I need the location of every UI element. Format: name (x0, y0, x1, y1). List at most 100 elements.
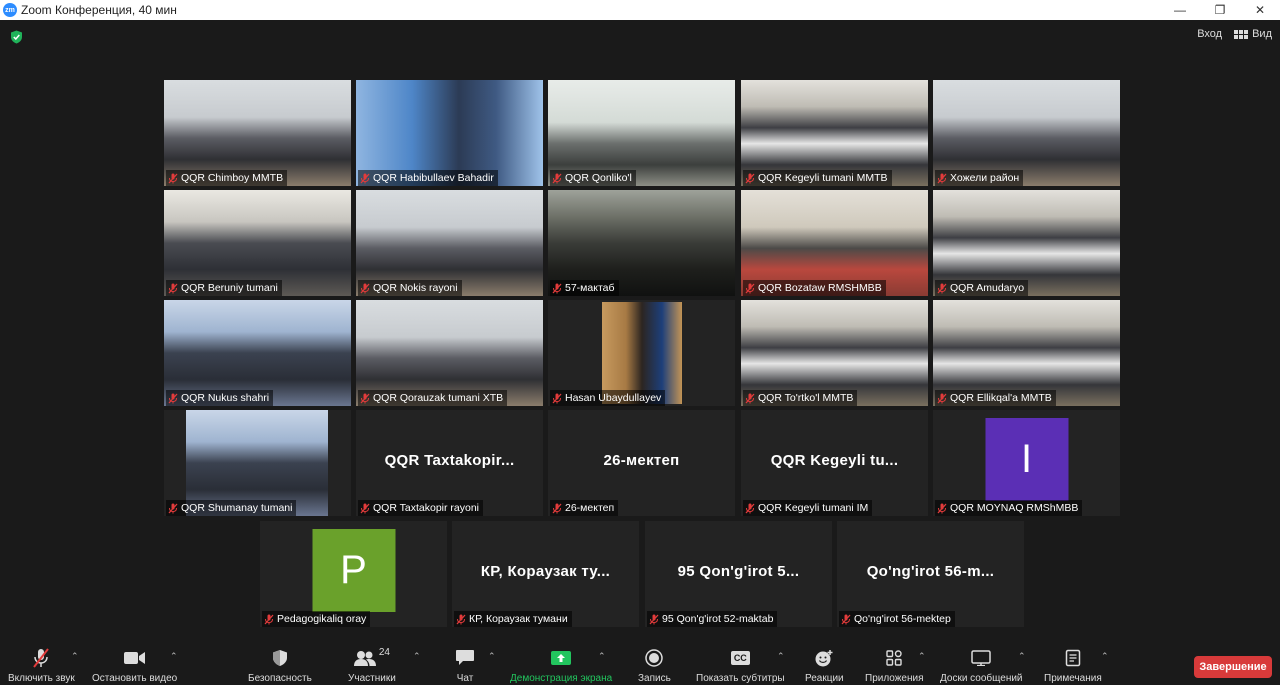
participant-tile[interactable]: QQR To'rtko'l MMTB (741, 300, 928, 406)
participant-tile[interactable]: QQR Kegeyli tu... QQR Kegeyli tumani IM (741, 410, 928, 516)
stop-video-button[interactable]: Остановить видео (92, 647, 177, 684)
mic-muted-icon (360, 173, 370, 183)
minimize-icon[interactable]: — (1160, 0, 1200, 20)
participant-tile[interactable]: 57-мактаб (548, 190, 735, 296)
notes-button[interactable]: Примечания (1044, 647, 1102, 684)
participant-avatar: P (312, 529, 395, 612)
notes-options-chevron-icon[interactable]: ⌃ (1101, 651, 1109, 662)
participants-count: 24 (378, 647, 390, 658)
closed-captions-icon: CC (730, 651, 750, 665)
view-button[interactable]: Вид (1234, 28, 1272, 40)
participant-tile[interactable]: QQR Taxtakopir... QQR Taxtakopir rayoni (356, 410, 543, 516)
mic-muted-icon (552, 393, 562, 403)
participant-name: QQR Shumanay tumani (181, 502, 293, 514)
whiteboards-button[interactable]: Доски сообщений (940, 647, 1023, 684)
participant-tile[interactable]: Хожели район (933, 80, 1120, 186)
end-meeting-button[interactable]: Завершение (1194, 656, 1272, 678)
mic-muted-icon (937, 173, 947, 183)
unmute-button[interactable]: Включить звук (8, 647, 75, 684)
participants-button[interactable]: 24 Участники (348, 647, 396, 684)
mic-muted-icon (456, 614, 466, 624)
mic-muted-icon (552, 173, 562, 183)
participant-tile[interactable]: QQR Qorauzak tumani XTB (356, 300, 543, 406)
participant-tile[interactable]: P Pedagogikaliq oray (260, 521, 447, 627)
participant-tile[interactable]: QQR Bozataw RMSHMBB (741, 190, 928, 296)
apps-icon (886, 650, 902, 666)
audio-options-chevron-icon[interactable]: ⌃ (71, 651, 79, 662)
participant-tile[interactable]: QQR Shumanay tumani (164, 410, 351, 516)
exit-button[interactable]: Вход (1197, 28, 1222, 40)
unmute-label: Включить звук (8, 673, 75, 684)
captions-options-chevron-icon[interactable]: ⌃ (777, 651, 785, 662)
share-screen-button[interactable]: Демонстрация экрана (510, 647, 612, 684)
participant-name-label: Pedagogikaliq oray (262, 611, 371, 627)
participant-tile[interactable]: КР, Кораузак ту... КР, Кораузак тумани (452, 521, 639, 627)
participant-name-label: 57-мактаб (550, 280, 619, 296)
grid-view-icon (1234, 29, 1249, 39)
restore-icon[interactable]: ❐ (1200, 0, 1240, 20)
participant-display-name: КР, Кораузак ту... (480, 563, 611, 580)
participant-name: QQR Chimboy MMTB (181, 172, 284, 184)
smiley-plus-icon (815, 650, 833, 667)
active-speaker-tile[interactable]: Hasan Ubaydullayev (548, 300, 735, 406)
speaker-video-frame (602, 302, 682, 404)
zoom-logo-icon: zm (3, 3, 17, 17)
mic-muted-icon (264, 614, 274, 624)
participant-tile[interactable]: QQR Habibullaev Bahadir (356, 80, 543, 186)
participant-tile[interactable]: Qo'ng'irot 56-m... Qo'ng'irot 56-mektep (837, 521, 1024, 627)
video-gallery: QQR Chimboy MMTB QQR Habibullaev Bahadir Q… (0, 48, 1280, 643)
participant-name-label: QQR Nukus shahri (166, 390, 274, 406)
chat-button[interactable]: Чат (455, 647, 475, 684)
mic-muted-icon (360, 503, 370, 513)
share-options-chevron-icon[interactable]: ⌃ (598, 651, 606, 662)
participant-name: QQR Kegeyli tumani MMTB (758, 172, 888, 184)
chat-options-chevron-icon[interactable]: ⌃ (488, 651, 496, 662)
participant-tile[interactable]: QQR Amudaryo (933, 190, 1120, 296)
security-button[interactable]: Безопасность (248, 647, 312, 684)
whiteboards-options-chevron-icon[interactable]: ⌃ (1018, 651, 1026, 662)
participant-name-label: Хожели район (935, 170, 1024, 186)
participant-tile[interactable]: 26-мектеп 26-мектеп (548, 410, 735, 516)
window-titlebar: zm Zoom Конференция, 40 мин — ❐ ✕ (0, 0, 1280, 20)
participant-name: QQR Bozataw RMSHMBB (758, 282, 882, 294)
participant-tile[interactable]: QQR Qonliko'l (548, 80, 735, 186)
participant-tile[interactable]: QQR Kegeyli tumani MMTB (741, 80, 928, 186)
stop-video-label: Остановить видео (92, 673, 178, 684)
captions-button[interactable]: CC Показать субтитры (696, 647, 785, 684)
participant-name: Хожели район (950, 172, 1020, 184)
reactions-button[interactable]: Реакции (805, 647, 844, 684)
participant-tile[interactable]: QQR Beruniy tumani (164, 190, 351, 296)
participant-name-label: QQR Shumanay tumani (166, 500, 297, 516)
participant-name: Pedagogikaliq oray (277, 613, 367, 625)
participant-tile[interactable]: QQR Ellikqal'a MMTB (933, 300, 1120, 406)
close-icon[interactable]: ✕ (1240, 0, 1280, 20)
window-title: Zoom Конференция, 40 мин (21, 3, 177, 17)
participant-display-name: 26-мектеп (603, 452, 680, 469)
participants-options-chevron-icon[interactable]: ⌃ (413, 651, 421, 662)
video-options-chevron-icon[interactable]: ⌃ (170, 651, 178, 662)
mic-muted-icon (745, 283, 755, 293)
shield-check-icon[interactable] (10, 30, 23, 44)
apps-button[interactable]: Приложения (865, 647, 924, 684)
participant-tile[interactable]: 95 Qon'g'irot 5... 95 Qon'g'irot 52-makta… (645, 521, 832, 627)
mic-muted-icon (552, 503, 562, 513)
apps-label: Приложения (865, 673, 924, 684)
chat-bubble-icon (456, 650, 474, 665)
mic-muted-icon (745, 393, 755, 403)
participant-name-label: QQR Kegeyli tumani IM (743, 500, 873, 516)
participant-tile[interactable]: QQR Nukus shahri (164, 300, 351, 406)
participant-tile[interactable]: QQR Chimboy MMTB (164, 80, 351, 186)
participant-tile[interactable]: I QQR MOYNAQ RMShMBB (933, 410, 1120, 516)
apps-options-chevron-icon[interactable]: ⌃ (918, 651, 926, 662)
participants-label: Участники (348, 673, 396, 684)
record-button[interactable]: Запись (638, 647, 671, 684)
participant-display-name: 95 Qon'g'irot 5... (677, 563, 800, 580)
reactions-label: Реакции (805, 673, 844, 684)
captions-label: Показать субтитры (696, 673, 785, 684)
participant-name-label: QQR Kegeyli tumani MMTB (743, 170, 892, 186)
view-label: Вид (1252, 28, 1272, 40)
participant-name-label: 26-мектеп (550, 500, 619, 516)
mic-muted-icon (168, 393, 178, 403)
participant-tile[interactable]: QQR Nokis rayoni (356, 190, 543, 296)
participant-name-label: QQR Taxtakopir rayoni (358, 500, 484, 516)
